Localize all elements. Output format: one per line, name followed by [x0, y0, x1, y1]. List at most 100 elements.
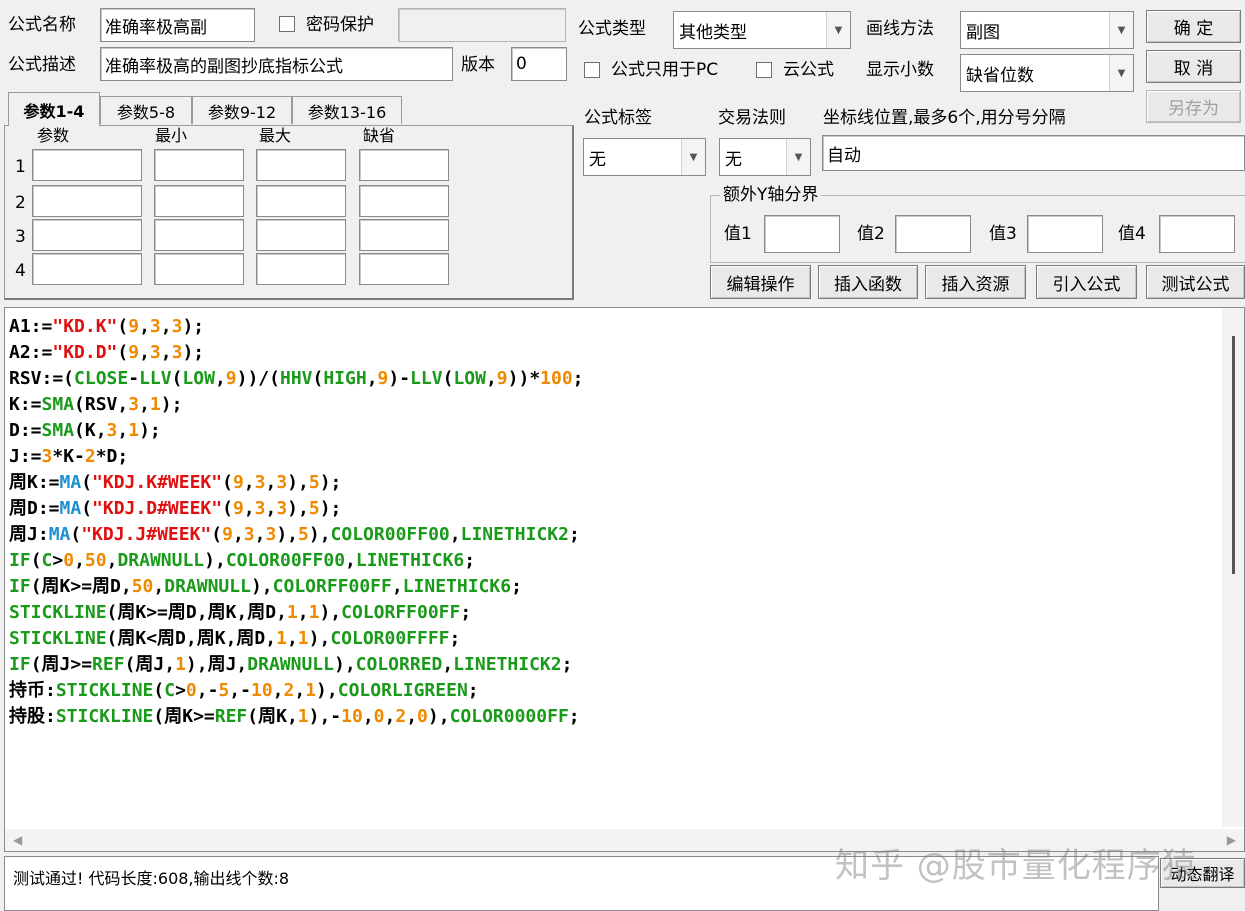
code-token: ,	[442, 654, 454, 675]
param-1-min[interactable]	[154, 149, 244, 181]
code-token: ,	[160, 316, 172, 337]
param-3-name[interactable]	[32, 219, 142, 251]
insert-function-button[interactable]: 插入函数	[818, 265, 918, 299]
trade-rule-value: 无	[725, 149, 742, 170]
code-token: 周K:=	[9, 472, 60, 493]
scroll-left-icon[interactable]: ◀	[13, 833, 22, 847]
formula-desc-input[interactable]: 准确率极高的副图抄底指标公式	[100, 47, 453, 81]
code-token: 3	[276, 472, 288, 493]
code-line[interactable]: D:=SMA(K,3,1);	[9, 418, 1220, 444]
chevron-down-icon[interactable]: ▼	[1109, 55, 1133, 91]
import-formula-button[interactable]: 引入公式	[1036, 265, 1137, 299]
code-token: ,	[294, 680, 306, 701]
code-line[interactable]: IF(周J>=REF(周J,1),周J,DRAWNULL),COLORRED,L…	[9, 652, 1220, 678]
code-token: )-	[388, 368, 411, 389]
code-token: LLV	[410, 368, 443, 389]
password-protect-checkbox[interactable]	[279, 16, 295, 32]
code-token: ,	[106, 550, 118, 571]
code-line[interactable]: 周J:MA("KDJ.J#WEEK"(9,3,3),5),COLOR00FF00…	[9, 522, 1220, 548]
version-input[interactable]: 0	[511, 47, 567, 81]
cloud-formula-checkbox[interactable]	[756, 62, 772, 78]
param-3-max[interactable]	[256, 219, 346, 251]
param-2-default[interactable]	[359, 185, 449, 217]
chevron-down-icon[interactable]: ▼	[1109, 12, 1133, 48]
code-token: 50	[84, 550, 107, 571]
code-line[interactable]: IF(周K>=周D,50,DRAWNULL),COLORFF00FF,LINET…	[9, 574, 1220, 600]
param-3-min[interactable]	[154, 219, 244, 251]
vertical-scrollbar[interactable]	[1222, 308, 1244, 827]
code-line[interactable]: IF(C>0,50,DRAWNULL),COLOR00FF00,LINETHIC…	[9, 548, 1220, 574]
param-4-min[interactable]	[154, 253, 244, 285]
code-token: ;	[460, 602, 472, 623]
code-token: ))/(	[236, 368, 280, 389]
code-token: 9	[232, 472, 244, 493]
chevron-down-icon[interactable]: ▼	[681, 139, 705, 175]
code-line[interactable]: STICKLINE(周K>=周D,周K,周D,1,1),COLORFF00FF;	[9, 600, 1220, 626]
code-token: ),周J,	[185, 654, 248, 675]
code-line[interactable]: RSV:=(CLOSE-LLV(LOW,9))/(HHV(HIGH,9)-LLV…	[9, 366, 1220, 392]
coord-lines-input[interactable]: 自动	[822, 135, 1245, 171]
code-token: 1	[297, 628, 309, 649]
code-token: (	[442, 368, 454, 389]
test-formula-button[interactable]: 测试公式	[1146, 265, 1245, 299]
param-2-name[interactable]	[32, 185, 142, 217]
code-text[interactable]: A1:="KD.K"(9,3,3); A2:="KD.D"(9,3,3); RSV:…	[9, 314, 1220, 730]
code-token: 10	[341, 706, 363, 727]
tab-params-5-8[interactable]: 参数5-8	[100, 96, 192, 124]
code-line[interactable]: K:=SMA(RSV,3,1);	[9, 392, 1220, 418]
code-line[interactable]: A1:="KD.K"(9,3,3);	[9, 314, 1220, 340]
code-token: 3	[128, 394, 140, 415]
code-token: >	[175, 680, 186, 701]
cancel-button[interactable]: 取 消	[1146, 50, 1241, 83]
ok-button[interactable]: 确 定	[1146, 10, 1241, 43]
tab-params-1-4[interactable]: 参数1-4	[8, 92, 100, 126]
chevron-down-icon[interactable]: ▼	[786, 139, 810, 175]
param-1-max[interactable]	[256, 149, 346, 181]
scrollbar-thumb[interactable]	[1232, 336, 1235, 574]
tab-params-13-16[interactable]: 参数13-16	[292, 96, 402, 124]
code-token: 5	[308, 498, 320, 519]
code-token: "KD.K"	[52, 316, 118, 337]
code-token: RSV:=(	[9, 368, 75, 389]
extra-y-value1-input[interactable]	[764, 215, 840, 253]
code-token: (	[30, 550, 42, 571]
insert-resource-button[interactable]: 插入资源	[925, 265, 1026, 299]
trade-rule-select[interactable]: 无 ▼	[719, 138, 811, 176]
param-3-default[interactable]	[359, 219, 449, 251]
code-token: 3	[243, 524, 255, 545]
extra-y-value2-input[interactable]	[895, 215, 971, 253]
code-line[interactable]: A2:="KD.D"(9,3,3);	[9, 340, 1220, 366]
code-token: (	[117, 316, 129, 337]
draw-method-select[interactable]: 副图 ▼	[960, 11, 1134, 49]
param-1-name[interactable]	[32, 149, 142, 181]
code-line[interactable]: 持币:STICKLINE(C>0,-5,-10,2,1),COLORLIGREE…	[9, 678, 1220, 704]
param-1-default[interactable]	[359, 149, 449, 181]
code-line[interactable]: 周D:=MA("KDJ.D#WEEK"(9,3,3),5);	[9, 496, 1220, 522]
formula-name-input[interactable]: 准确率极高副	[100, 8, 255, 42]
extra-y-value4-input[interactable]	[1159, 215, 1235, 253]
scroll-right-icon[interactable]: ▶	[1227, 833, 1236, 847]
code-line[interactable]: J:=3*K-2*D;	[9, 444, 1220, 470]
formula-tag-select[interactable]: 无 ▼	[583, 138, 706, 176]
save-as-button[interactable]: 另存为	[1146, 90, 1241, 123]
pc-only-checkbox[interactable]	[584, 62, 600, 78]
code-token: 3	[171, 316, 183, 337]
param-2-max[interactable]	[256, 185, 346, 217]
param-row-number: 2	[15, 193, 26, 213]
code-token: COLOR00FFFF	[330, 628, 450, 649]
tab-params-9-12[interactable]: 参数9-12	[192, 96, 292, 124]
code-line[interactable]: 持股:STICKLINE(周K>=REF(周K,1),-10,0,2,0),CO…	[9, 704, 1220, 730]
edit-ops-button[interactable]: 编辑操作	[710, 265, 811, 299]
code-editor[interactable]: A1:="KD.K"(9,3,3); A2:="KD.D"(9,3,3); RSV:…	[4, 307, 1245, 852]
extra-y-value3-input[interactable]	[1027, 215, 1103, 253]
code-token: 3	[149, 342, 161, 363]
decimals-select[interactable]: 缺省位数 ▼	[960, 54, 1134, 92]
param-4-max[interactable]	[256, 253, 346, 285]
code-line[interactable]: 周K:=MA("KDJ.K#WEEK"(9,3,3),5);	[9, 470, 1220, 496]
formula-type-select[interactable]: 其他类型 ▼	[673, 11, 851, 49]
param-4-name[interactable]	[32, 253, 142, 285]
param-4-default[interactable]	[359, 253, 449, 285]
param-2-min[interactable]	[154, 185, 244, 217]
code-line[interactable]: STICKLINE(周K<周D,周K,周D,1,1),COLOR00FFFF;	[9, 626, 1220, 652]
chevron-down-icon[interactable]: ▼	[826, 12, 850, 48]
